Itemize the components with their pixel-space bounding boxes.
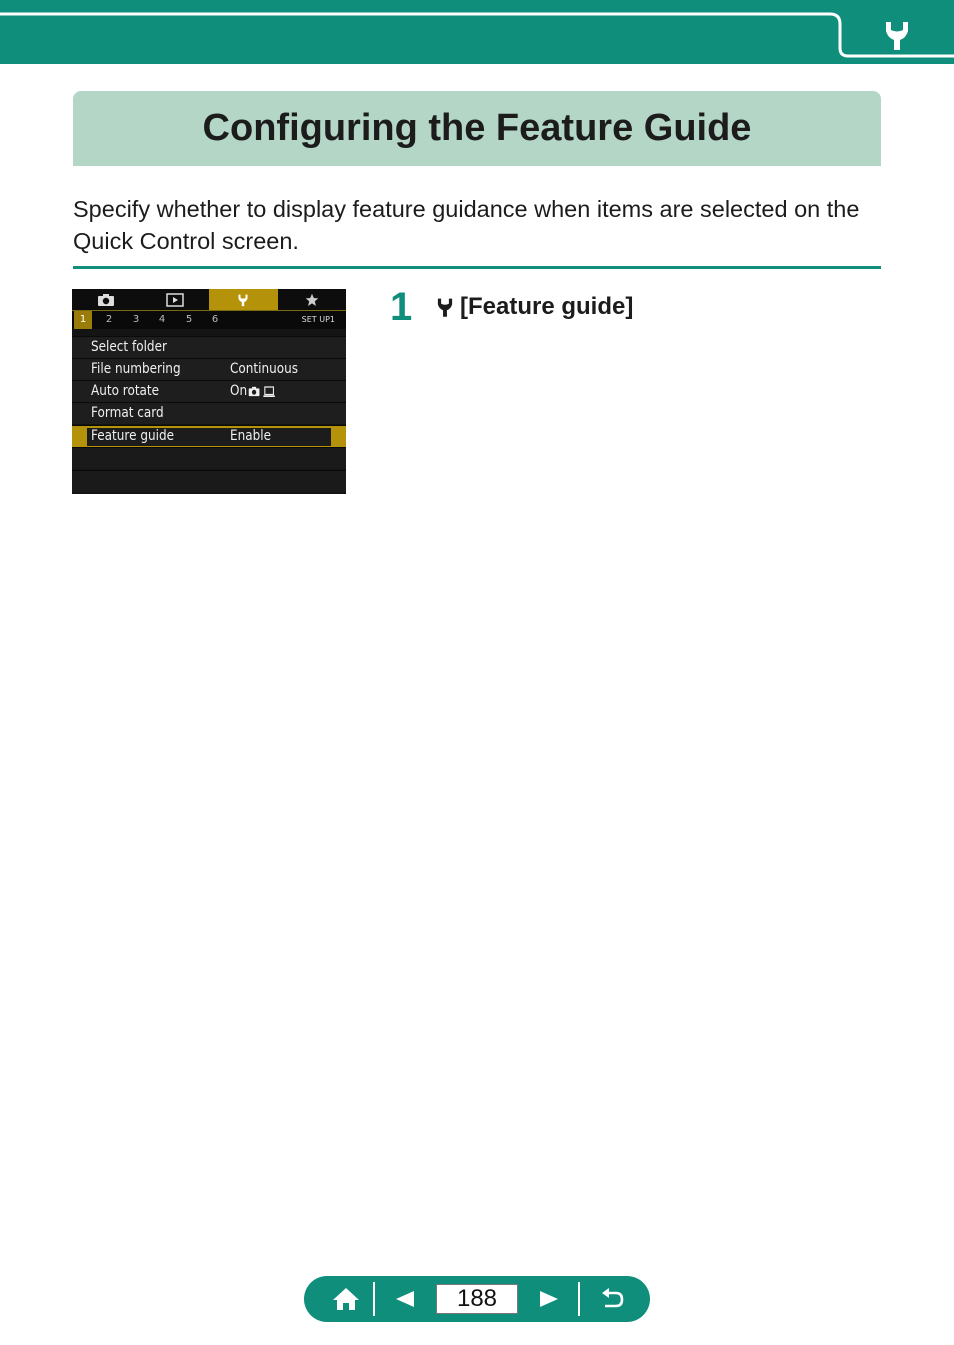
menu-item-feature-guide: Feature guide Enable	[72, 425, 346, 447]
menu-item-auto-rotate: Auto rotate On	[72, 380, 346, 402]
menu-item-label: Format card	[91, 405, 164, 421]
wrench-icon[interactable]	[880, 18, 914, 52]
subtab-4: 4	[158, 314, 166, 325]
page-title: Configuring the Feature Guide	[202, 107, 752, 149]
playback-icon	[166, 292, 184, 307]
intro-text: Specify whether to display feature guida…	[73, 196, 860, 254]
wrench-icon	[238, 294, 248, 306]
back-button[interactable]	[590, 1276, 636, 1322]
menu-item-select-folder: Select folder	[72, 336, 346, 358]
menu-item-label: File numbering	[91, 361, 181, 377]
camera-tab	[72, 289, 141, 310]
next-page-button[interactable]	[528, 1276, 570, 1322]
header-tab-outline	[0, 12, 954, 58]
subtab-1: 1	[74, 311, 92, 329]
return-arrow-icon	[602, 1288, 624, 1308]
menu-item-label: Feature guide	[91, 428, 175, 444]
home-icon	[333, 1288, 359, 1310]
page-navigation: 188	[304, 1276, 650, 1322]
triangle-right-icon	[540, 1291, 558, 1307]
menu-item-value-wrap: On	[230, 381, 275, 402]
subtab-2: 2	[105, 314, 113, 325]
menu-item-value: Enable	[230, 428, 272, 444]
menu-item-value: Continuous	[230, 361, 299, 377]
menu-item-file-numbering: File numbering Continuous	[72, 358, 346, 380]
camera-menu-screenshot: 1 2 3 4 5 6 SET UP1 Select folder File n…	[72, 289, 346, 494]
subtab-6: 6	[211, 314, 219, 325]
camera-page-label: SET UP1	[301, 315, 335, 324]
menu-item-empty	[72, 447, 346, 469]
menu-item-empty	[72, 470, 346, 492]
nav-separator	[578, 1282, 580, 1316]
subtab-3: 3	[132, 314, 140, 325]
step-number: 1	[390, 285, 413, 329]
triangle-left-icon	[396, 1291, 414, 1307]
section-divider	[73, 266, 881, 269]
star-icon	[305, 293, 319, 306]
menu-item-format-card: Format card	[72, 402, 346, 424]
step-text: [Feature guide]	[460, 293, 634, 320]
menu-item-label: Auto rotate	[91, 383, 160, 399]
playback-tab	[141, 289, 210, 310]
subtab-5: 5	[185, 314, 193, 325]
title-box: Configuring the Feature Guide	[73, 91, 881, 166]
camera-menu-tabs	[72, 289, 346, 311]
menu-item-label: Select folder	[91, 339, 167, 355]
home-button[interactable]	[324, 1276, 368, 1322]
menu-item-value: On	[230, 383, 248, 399]
camera-subtabs: 1 2 3 4 5 6 SET UP1	[72, 311, 346, 329]
mymenu-tab	[278, 289, 347, 310]
computer-icon	[263, 385, 275, 397]
camera-icon	[248, 386, 260, 397]
setup-tab	[209, 289, 278, 310]
step-instruction: [Feature guide]	[434, 293, 633, 321]
camera-icon	[98, 293, 115, 306]
wrench-icon	[437, 298, 453, 317]
page-number[interactable]: 188	[436, 1284, 518, 1314]
nav-separator	[373, 1282, 375, 1316]
previous-page-button[interactable]	[384, 1276, 426, 1322]
